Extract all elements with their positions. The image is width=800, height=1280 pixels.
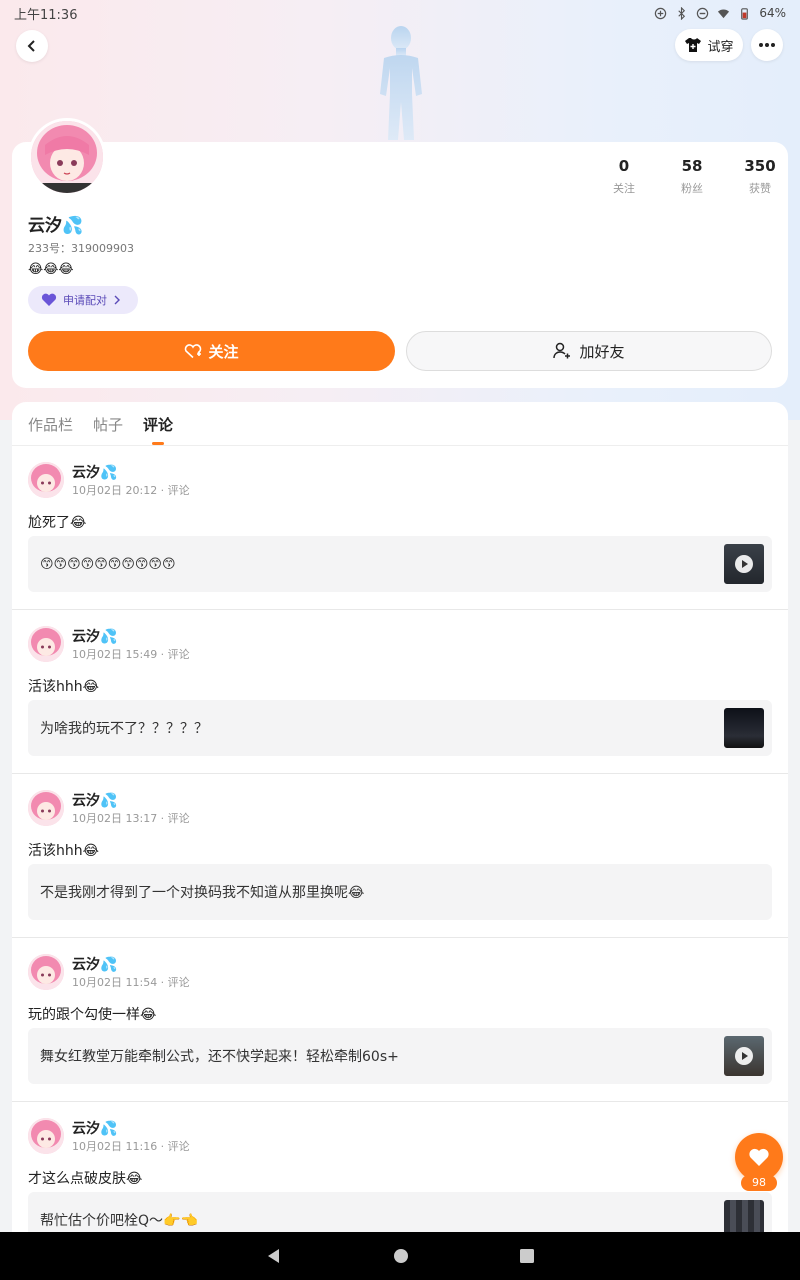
do-not-disturb-icon — [697, 7, 709, 19]
comment-text: 活该hhh😂 — [28, 843, 99, 859]
pair-request-label: 申请配对 — [63, 294, 107, 307]
comment-meta: 10月02日 11:54 · 评论 — [72, 976, 190, 989]
comment-author: 云汐💦 — [72, 793, 118, 809]
status-bar: 上午11:36 64% — [0, 0, 800, 26]
avatar[interactable] — [28, 1118, 64, 1154]
profile-avatar[interactable] — [28, 118, 106, 196]
tab-comments[interactable]: 评论 — [143, 414, 173, 445]
comments-feed: 作品栏 帖子 评论 云汐💦 10月02日 20:12 · 评论 尬死了😂 😙😙😙… — [12, 402, 788, 1242]
like-count: 98 — [741, 1175, 777, 1191]
comment-text: 玩的跟个勾使一样😂 — [28, 1007, 157, 1023]
avatar[interactable] — [28, 626, 64, 662]
quoted-post-text: 帮忙估个价吧栓Q～👉👈 — [40, 1213, 198, 1229]
more-dots-icon — [759, 43, 775, 47]
profile-name: 云汐💦 — [28, 216, 84, 236]
quoted-post-text: 为啥我的玩不了？？？？？ — [40, 721, 208, 737]
comment-item[interactable]: 云汐💦 10月02日 20:12 · 评论 尬死了😂 😙😙😙😙😙😙😙😙😙😙 — [12, 446, 788, 610]
play-icon — [735, 555, 753, 573]
profile-tabs: 作品栏 帖子 评论 — [28, 414, 173, 445]
comment-text: 活该hhh😂 — [28, 679, 99, 695]
add-user-icon — [553, 342, 571, 359]
comment-meta: 10月02日 11:16 · 评论 — [72, 1140, 190, 1153]
profile-bio: 😂😂😂 — [28, 262, 74, 277]
comment-author: 云汐💦 — [72, 957, 118, 973]
quoted-post-text: 😙😙😙😙😙😙😙😙😙😙 — [40, 556, 176, 572]
like-button[interactable] — [735, 1133, 783, 1181]
try-on-label: 试穿 — [707, 39, 734, 55]
heart-plus-icon — [185, 344, 202, 359]
quoted-post[interactable]: 舞女红教堂万能牵制公式，还不快学起来！轻松牵制60s+ — [28, 1028, 772, 1084]
heart-icon — [41, 293, 57, 306]
avatar-3d-figure — [380, 26, 422, 140]
quoted-post[interactable]: 为啥我的玩不了？？？？？ — [28, 700, 772, 756]
battery-icon — [741, 7, 749, 20]
profile-stats: 0 关注 58 粉丝 350 获赞 — [590, 157, 794, 196]
comment-author: 云汐💦 — [72, 465, 118, 481]
system-nav-bar — [0, 1232, 800, 1280]
follow-label: 关注 — [208, 342, 239, 361]
data-saver-icon — [655, 7, 667, 19]
comment-item[interactable]: 云汐💦 10月02日 11:16 · 评论 才这么点破皮肤😂 帮忙估个价吧栓Q～… — [12, 1102, 788, 1242]
comment-item[interactable]: 云汐💦 10月02日 15:49 · 评论 活该hhh😂 为啥我的玩不了？？？？… — [12, 610, 788, 774]
back-button[interactable] — [16, 30, 48, 62]
play-icon — [735, 1047, 753, 1065]
quoted-post[interactable]: 😙😙😙😙😙😙😙😙😙😙 — [28, 536, 772, 592]
comment-author: 云汐💦 — [72, 1121, 118, 1137]
comment-meta: 10月02日 13:17 · 评论 — [72, 812, 190, 825]
tab-works[interactable]: 作品栏 — [28, 414, 73, 435]
quoted-post[interactable]: 不是我刚才得到了一个对换码我不知道从那里换呢😂 — [28, 864, 772, 920]
comment-meta: 10月02日 15:49 · 评论 — [72, 648, 190, 661]
video-thumbnail — [724, 544, 764, 584]
nav-home-icon[interactable] — [393, 1248, 409, 1264]
comment-author: 云汐💦 — [72, 629, 118, 645]
bluetooth-icon — [678, 6, 686, 20]
comment-text: 才这么点破皮肤😂 — [28, 1171, 143, 1187]
quoted-post-text: 不是我刚才得到了一个对换码我不知道从那里换呢😂 — [40, 885, 365, 901]
battery-percent: 64% — [759, 6, 786, 20]
add-friend-button[interactable]: 加好友 — [406, 331, 772, 371]
avatar[interactable] — [28, 954, 64, 990]
chevron-right-icon — [114, 295, 120, 305]
avatar[interactable] — [28, 462, 64, 498]
chevron-left-icon — [27, 40, 35, 52]
try-on-button[interactable]: 试穿 — [675, 29, 743, 61]
wifi-icon — [718, 9, 730, 18]
comment-item[interactable]: 云汐💦 10月02日 13:17 · 评论 活该hhh😂 不是我刚才得到了一个对… — [12, 774, 788, 938]
add-friend-label: 加好友 — [579, 342, 625, 361]
comment-meta: 10月02日 20:12 · 评论 — [72, 484, 190, 497]
more-button[interactable] — [751, 29, 783, 61]
comment-text: 尬死了😂 — [28, 515, 87, 531]
profile-uid: 233号：319009903 — [28, 242, 134, 255]
quoted-post-text: 舞女红教堂万能牵制公式，还不快学起来！轻松牵制60s+ — [40, 1049, 399, 1065]
pair-request-button[interactable]: 申请配对 — [28, 286, 138, 314]
comment-item[interactable]: 云汐💦 10月02日 11:54 · 评论 玩的跟个勾使一样😂 舞女红教堂万能牵… — [12, 938, 788, 1102]
heart-icon — [749, 1148, 769, 1166]
image-thumbnail — [724, 708, 764, 748]
nav-recents-icon[interactable] — [519, 1248, 535, 1264]
follow-button[interactable]: 关注 — [28, 331, 395, 371]
shirt-icon — [685, 38, 702, 52]
stat-followers[interactable]: 58 粉丝 — [658, 157, 726, 196]
stat-likes[interactable]: 350 获赞 — [726, 157, 794, 196]
nav-back-icon[interactable] — [265, 1247, 283, 1265]
status-time: 上午11:36 — [14, 7, 78, 23]
stat-following[interactable]: 0 关注 — [590, 157, 658, 196]
avatar[interactable] — [28, 790, 64, 826]
video-thumbnail — [724, 1036, 764, 1076]
tab-posts[interactable]: 帖子 — [93, 414, 123, 435]
